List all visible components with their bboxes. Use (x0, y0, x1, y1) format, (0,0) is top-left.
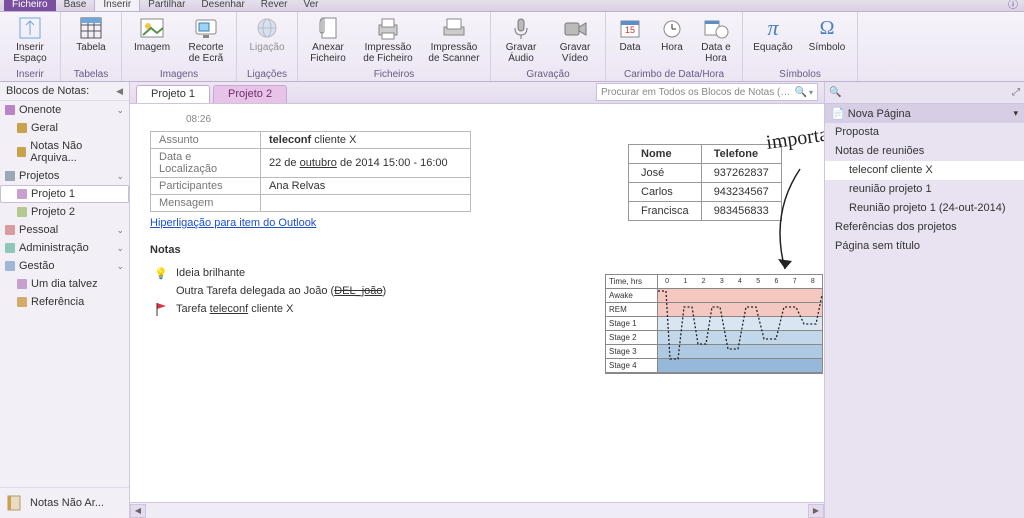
notebook-item[interactable]: Projetos⌄ (0, 167, 129, 185)
search-input[interactable]: Procurar em Todos os Blocos de Notas (Ct… (596, 83, 818, 101)
notebook-color-icon (17, 147, 26, 157)
symbol-button[interactable]: ΩSímbolo (803, 14, 851, 69)
search-page-icon[interactable]: 🔍 (829, 87, 841, 98)
scanner-printout-button[interactable]: Impressão de Scanner (424, 14, 484, 69)
page-list-tools: 🔍 ⤢ (825, 82, 1024, 104)
contacts-table: NomeTelefone José937262837 Carlos9432345… (628, 144, 782, 221)
page-list-item[interactable]: Página sem título (825, 237, 1024, 256)
svg-text:15: 15 (625, 25, 635, 35)
notebook-item[interactable]: Referência (0, 293, 129, 311)
notebook-color-icon (17, 279, 27, 289)
page-list-item[interactable]: reunião projeto 1 (825, 180, 1024, 199)
horizontal-scrollbar[interactable]: ◀ ▶ (130, 502, 824, 518)
outlook-link[interactable]: Hiperligação para item do Outlook (150, 216, 316, 230)
screen-clipping-button[interactable]: Recorte de Ecrã (182, 14, 230, 69)
meeting-details-table: Assuntoteleconf cliente X Data e Localiz… (150, 131, 471, 212)
ink-annotation: importante (765, 120, 824, 155)
notebook-item[interactable]: Gestão⌄ (0, 257, 129, 275)
notebook-item[interactable]: Geral (0, 119, 129, 137)
notebook-color-icon (5, 171, 15, 181)
table-button[interactable]: Tabela (67, 14, 115, 69)
insert-space-button[interactable]: Inserir Espaço (6, 14, 54, 69)
notebook-color-icon (5, 105, 15, 115)
record-video-button[interactable]: Gravar Vídeo (551, 14, 599, 69)
scroll-right-button[interactable]: ▶ (808, 504, 824, 518)
page-canvas[interactable]: 08:26 Assuntoteleconf cliente X Data e L… (130, 104, 824, 502)
link-button[interactable]: Ligação (243, 14, 291, 69)
new-page-button[interactable]: 📄 Nova Página ▾ (825, 104, 1024, 123)
notebook-item[interactable]: Pessoal⌄ (0, 221, 129, 239)
equation-button[interactable]: πEquação (749, 14, 797, 69)
tab-base[interactable]: Base (56, 0, 95, 11)
chevron-down-icon[interactable]: ⌄ (116, 225, 124, 236)
flag-icon (154, 302, 168, 316)
tab-ver[interactable]: Ver (295, 0, 326, 11)
notebook-color-icon (17, 207, 27, 217)
notebook-color-icon (17, 297, 27, 307)
notebook-header: Blocos de Notas:◀ (0, 82, 129, 101)
chevron-left-icon[interactable]: ◀ (116, 86, 123, 97)
notes-heading: Notas (150, 244, 804, 256)
chevron-down-icon[interactable]: ▾ (1013, 108, 1018, 119)
unfiled-notes-button[interactable]: Notas Não Ar... (0, 487, 129, 518)
notebook-item[interactable]: Notas Não Arquiva... (0, 137, 129, 167)
ribbon-tab-strip: Ficheiro Base Inserir Partilhar Desenhar… (0, 0, 1024, 12)
notebook-item[interactable]: Onenote⌄ (0, 101, 129, 119)
chevron-down-icon[interactable]: ⌄ (116, 243, 124, 254)
page-list-item[interactable]: Reunião projeto 1 (24-out-2014) (825, 199, 1024, 218)
tab-rever[interactable]: Rever (253, 0, 296, 11)
embedded-image: Time, hrs012345678 Awake REM Stage 1 Sta… (605, 274, 823, 374)
notebook-icon (6, 494, 24, 512)
section-tab-projeto2[interactable]: Projeto 2 (213, 85, 287, 103)
notebook-pane: Blocos de Notas:◀ Onenote⌄GeralNotas Não… (0, 82, 130, 518)
notebook-color-icon (5, 243, 15, 253)
notebook-item[interactable]: Projeto 1 (0, 185, 129, 203)
notebook-color-icon (5, 261, 15, 271)
record-audio-button[interactable]: Gravar Áudio (497, 14, 545, 69)
picture-button[interactable]: Imagem (128, 14, 176, 69)
tab-partilhar[interactable]: Partilhar (140, 0, 193, 11)
chevron-down-icon[interactable]: ▾ (809, 88, 813, 97)
page-list-item[interactable]: teleconf cliente X (825, 161, 1024, 180)
notebook-item[interactable]: Um dia talvez (0, 275, 129, 293)
chevron-down-icon[interactable]: ⌄ (116, 105, 124, 116)
page-list-pane: 🔍 ⤢ 📄 Nova Página ▾ PropostaNotas de reu… (824, 82, 1024, 518)
time-button[interactable]: Hora (654, 14, 690, 69)
search-icon: 🔍 (795, 87, 807, 98)
date-button[interactable]: 15Data (612, 14, 648, 69)
notebook-color-icon (17, 123, 27, 133)
notebook-color-icon (17, 189, 27, 199)
page-list-item[interactable]: Referências dos projetos (825, 218, 1024, 237)
notebook-item[interactable]: Administração⌄ (0, 239, 129, 257)
chevron-down-icon[interactable]: ⌄ (116, 171, 124, 182)
tab-ficheiro[interactable]: Ficheiro (4, 0, 56, 11)
scroll-left-button[interactable]: ◀ (130, 504, 146, 518)
datetime-button[interactable]: Data e Hora (696, 14, 736, 69)
notebook-item[interactable]: Projeto 2 (0, 203, 129, 221)
chevron-down-icon[interactable]: ⌄ (116, 261, 124, 272)
page-list-item[interactable]: Notas de reuniões (825, 142, 1024, 161)
expand-icon[interactable]: ⤢ (1012, 87, 1020, 98)
page-timestamp: 08:26 (186, 114, 804, 125)
notebook-color-icon (5, 225, 15, 235)
help-icon[interactable]: ⓘ (1008, 0, 1018, 11)
window-controls: ⓘ (1008, 0, 1024, 11)
attach-file-button[interactable]: Anexar Ficheiro (304, 14, 352, 69)
tab-desenhar[interactable]: Desenhar (193, 0, 252, 11)
section-tab-projeto1[interactable]: Projeto 1 (136, 85, 210, 103)
file-printout-button[interactable]: Impressão de Ficheiro (358, 14, 418, 69)
page-list-item[interactable]: Proposta (825, 123, 1024, 142)
ribbon: Inserir Espaço Inserir Tabela Tabelas Im… (0, 12, 1024, 82)
tab-inserir[interactable]: Inserir (94, 0, 140, 11)
section-tabs: Projeto 1 Projeto 2 Procurar em Todos os… (130, 82, 824, 104)
lightbulb-icon: 💡 (154, 266, 168, 280)
ink-arrow (760, 164, 820, 284)
